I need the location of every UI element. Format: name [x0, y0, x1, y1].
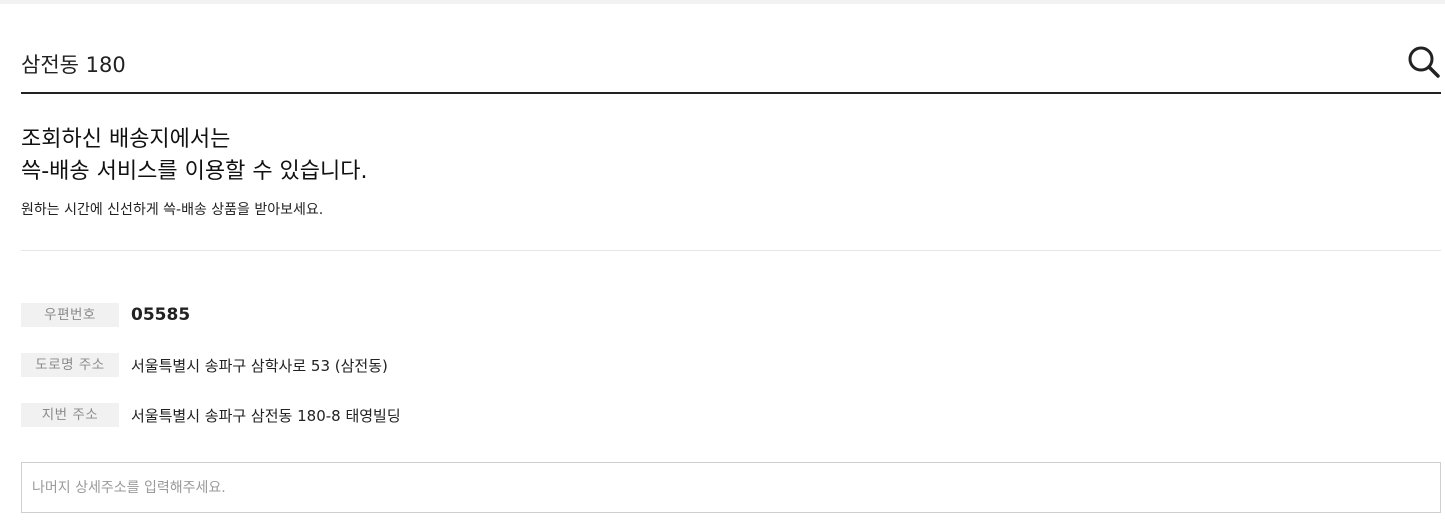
search-input[interactable]: [21, 44, 1381, 84]
search-button[interactable]: [1407, 44, 1441, 80]
search-icon: [1407, 44, 1441, 80]
postal-code-value: 05585: [131, 305, 191, 325]
road-address-label: 도로명 주소: [21, 353, 119, 377]
postal-code-label: 우편번호: [21, 303, 119, 327]
lot-address-value: 서울특별시 송파구 삼전동 180-8 태영빌딩: [131, 406, 401, 425]
result-headline: 조회하신 배송지에서는 쓱-배송 서비스를 이용할 수 있습니다.: [21, 124, 1021, 188]
lot-address-row: 지번 주소 서울특별시 송파구 삼전동 180-8 태영빌딩: [21, 403, 401, 427]
divider: [21, 250, 1441, 251]
lot-address-label: 지번 주소: [21, 403, 119, 427]
result-headline-line1: 조회하신 배송지에서는: [21, 127, 231, 152]
detail-address-input[interactable]: [21, 462, 1441, 513]
result-headline-line2: 쓱-배송 서비스를 이용할 수 있습니다.: [21, 159, 368, 184]
postal-code-row: 우편번호 05585: [21, 303, 190, 327]
road-address-value: 서울특별시 송파구 삼학사로 53 (삼전동): [131, 356, 388, 375]
road-address-row: 도로명 주소 서울특별시 송파구 삼학사로 53 (삼전동): [21, 353, 388, 377]
result-subtext: 원하는 시간에 신선하게 쓱-배송 상품을 받아보세요.: [21, 202, 324, 218]
search-bar: [21, 38, 1441, 94]
top-strip: [0, 0, 1445, 4]
